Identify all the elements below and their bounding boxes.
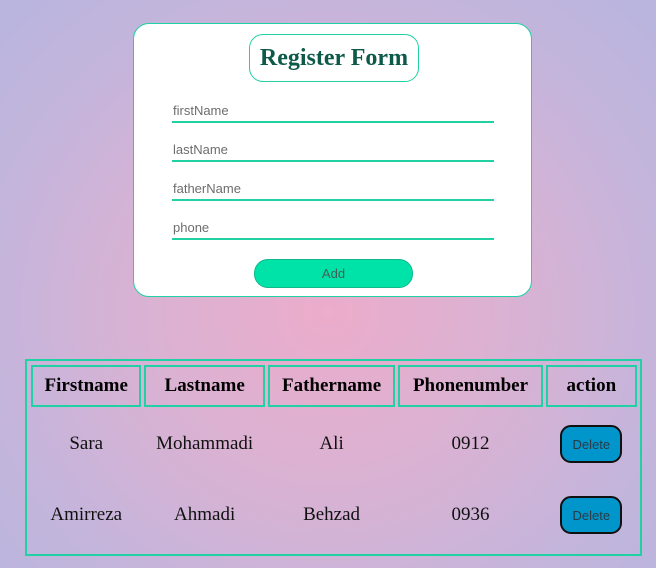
header-action: action — [545, 365, 637, 407]
header-fathername: Fathername — [267, 365, 396, 407]
form-title: Register Form — [249, 34, 419, 82]
users-table: Firstname Lastname Fathername Phonenumbe… — [25, 359, 642, 556]
users-table-grid: Firstname Lastname Fathername Phonenumbe… — [28, 362, 640, 552]
table-header-row: Firstname Lastname Fathername Phonenumbe… — [31, 365, 637, 407]
cell-lastname: Ahmadi — [174, 504, 236, 525]
cell-fathername: Ali — [319, 433, 344, 454]
cell-phone: 0936 — [451, 504, 490, 525]
lastname-input[interactable] — [172, 140, 494, 162]
cell-phone: 0912 — [451, 433, 490, 454]
delete-button[interactable]: Delete — [560, 425, 623, 463]
header-phonenumber: Phonenumber — [398, 365, 543, 407]
cell-lastname: Mohammadi — [156, 433, 254, 454]
table-row: Sara Mohammadi Ali 0912 Delete — [31, 410, 637, 478]
firstname-input[interactable] — [172, 101, 494, 123]
delete-button[interactable]: Delete — [560, 496, 623, 534]
header-lastname: Lastname — [144, 365, 265, 407]
cell-action: Delete — [546, 410, 637, 478]
cell-firstname: Sara — [69, 433, 104, 454]
phone-input[interactable] — [172, 218, 494, 240]
cell-firstname: Amirreza — [50, 504, 123, 525]
header-firstname: Firstname — [31, 365, 142, 407]
cell-action: Delete — [546, 481, 637, 549]
add-button[interactable]: Add — [254, 259, 413, 288]
fathername-input[interactable] — [172, 179, 494, 201]
cell-fathername: Behzad — [303, 504, 361, 525]
table-row: Amirreza Ahmadi Behzad 0936 Delete — [31, 481, 637, 549]
register-form: Register Form Add — [133, 23, 532, 297]
